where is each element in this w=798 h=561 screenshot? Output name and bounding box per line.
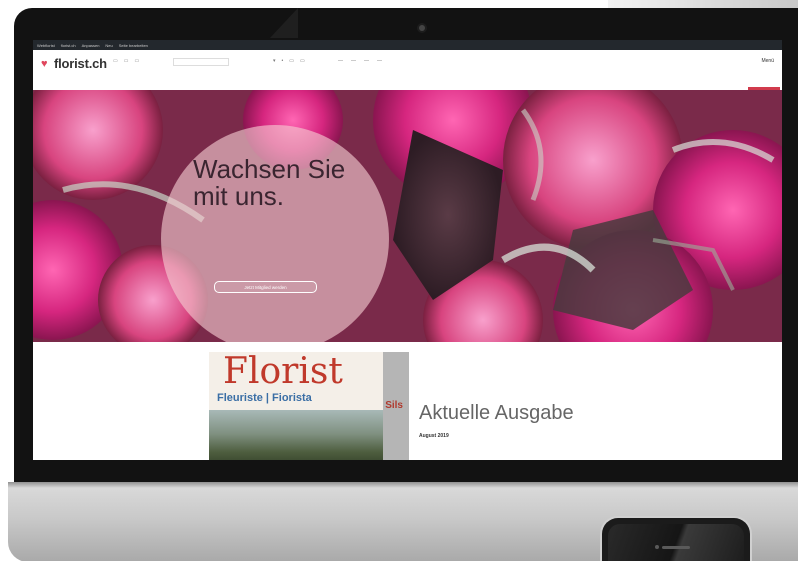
cover-badge: Sils [385,400,403,411]
search-field[interactable] [173,58,229,66]
magazine-date: August 2019 [419,433,449,439]
main-nav: — — — — [338,58,382,64]
hero-title-line: mit uns. [193,181,285,211]
browser-screen: Webflorist florist.ch Anpassen Neu Seite… [33,40,782,460]
admin-bar-item[interactable]: florist.ch [61,43,76,48]
phone-screen [608,524,744,561]
admin-bar-item[interactable]: Webflorist [37,43,55,48]
cover-subtitle: Fleuriste | Fiorista [217,392,312,404]
tool-icon[interactable]: ▭ [113,58,118,64]
scene: Webflorist florist.ch Anpassen Neu Seite… [0,0,798,561]
cover-photo [209,410,385,460]
icon[interactable]: ▭ [289,58,294,64]
nav-item[interactable]: — [338,58,343,64]
logo-text: florist.ch [54,56,107,71]
camera [419,25,425,31]
bezel-glare [270,8,298,38]
hero-title-line: Wachsen Sie [193,154,346,184]
nav-item[interactable]: — [351,58,356,64]
cover-title: Florist [223,352,343,392]
smartphone [600,516,752,561]
hero-title: Wachsen Sie mit uns. [193,156,363,210]
tool-icon[interactable]: ▭ [124,58,129,64]
header-icons: ▾ • ▭ ▭ [273,58,305,64]
magazine-heading: Aktuelle Ausgabe [419,402,574,424]
icon[interactable]: • [282,58,284,64]
admin-bar: Webflorist florist.ch Anpassen Neu Seite… [33,40,782,50]
join-button[interactable]: Jetzt Mitglied werden [214,281,317,293]
admin-bar-item[interactable]: Anpassen [82,43,100,48]
hero-flowers-image [33,90,782,342]
magazine-section: Florist Fleuriste | Fiorista Sils Aktuel… [33,342,782,460]
heart-icon: ♥ [41,57,48,70]
chin-shadow [8,482,798,488]
hero-banner: Wachsen Sie mit uns. Jetzt Mitglied werd… [33,90,782,342]
nav-item[interactable]: — [377,58,382,64]
icon[interactable]: ▾ [273,58,276,64]
tool-icon[interactable]: ▭ [134,58,139,64]
nav-item[interactable]: — [364,58,369,64]
admin-bar-item[interactable]: Seite bearbeiten [119,43,148,48]
menu-button[interactable]: Menü [761,58,774,64]
magazine-cover[interactable]: Florist Fleuriste | Fiorista Sils [209,352,409,460]
phone-camera [655,545,659,549]
icon[interactable]: ▭ [300,58,305,64]
header-tools: ▭ ▭ ▭ [113,58,139,64]
phone-speaker [662,546,690,549]
admin-bar-item[interactable]: Neu [105,43,112,48]
site-logo[interactable]: ♥ florist.ch [41,56,107,71]
site-header: ♥ florist.ch ▭ ▭ ▭ ▾ • ▭ ▭ — — — — Menü [33,50,782,96]
